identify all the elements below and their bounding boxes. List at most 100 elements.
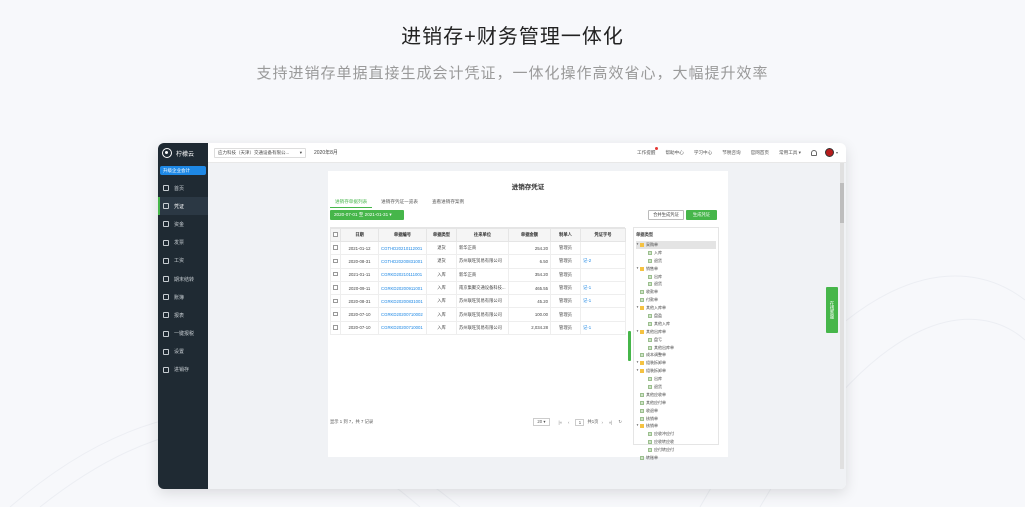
voucher-link[interactable]: 记-2 <box>580 254 626 269</box>
tree-node[interactable]: ▼ 组装拆卸单 <box>636 367 716 375</box>
tree-node[interactable]: 收款单 <box>636 288 716 296</box>
page-size-select[interactable]: 20 ▾ <box>533 418 550 426</box>
accounting-period[interactable]: 2020年8月 <box>314 149 338 156</box>
tree-node[interactable]: 出库 <box>636 375 716 383</box>
top-link-tax-advice[interactable]: 节税咨询 <box>722 150 740 156</box>
tree-node[interactable]: 其他应收单 <box>636 391 716 399</box>
tree-node[interactable]: 付款单 <box>636 296 716 304</box>
sidebar-item-2[interactable]: 资金 <box>158 215 208 233</box>
doc-number-link[interactable]: CGRKD20200710001 <box>378 320 427 336</box>
voucher-link[interactable]: 记-1 <box>580 280 626 296</box>
voucher-link[interactable] <box>580 267 626 282</box>
row-checkbox[interactable] <box>333 325 338 330</box>
row-checkbox[interactable] <box>333 245 338 250</box>
sidebar-item-7[interactable]: 报表 <box>158 306 208 324</box>
voucher-link[interactable] <box>580 240 626 256</box>
tree-node[interactable]: 盘盈 <box>636 312 716 320</box>
first-page-icon[interactable]: |« <box>559 420 563 425</box>
row-checkbox[interactable] <box>333 298 338 304</box>
row-checkbox-cell[interactable] <box>330 267 341 282</box>
tree-node[interactable]: 出库 <box>636 273 716 281</box>
bell-icon[interactable] <box>810 149 817 156</box>
table-row[interactable]: 2021-01-12 CGTHD20210112001 退货 新华正商 254.20 管理… <box>330 240 626 256</box>
tab-voucher-overview[interactable]: 进销存凭证一览表 <box>376 197 423 208</box>
tree-node[interactable]: 退货 <box>636 383 716 391</box>
last-page-icon[interactable]: »| <box>609 420 613 425</box>
avatar[interactable] <box>824 148 834 157</box>
sidebar-item-6[interactable]: 账簿 <box>158 288 208 306</box>
row-checkbox-cell[interactable] <box>330 280 341 296</box>
row-checkbox-cell[interactable] <box>330 307 341 322</box>
voucher-link[interactable]: 记-1 <box>580 294 626 309</box>
generate-voucher-button[interactable]: 生成凭证 <box>686 210 717 220</box>
tab-view-examples[interactable]: 查看进销存案例 <box>427 197 469 208</box>
prev-page-icon[interactable]: ‹ <box>568 420 569 425</box>
sidebar-item-10[interactable]: 进销存 <box>158 361 208 379</box>
tree-node[interactable]: 应收转应收 <box>636 438 716 446</box>
row-checkbox[interactable] <box>333 285 338 290</box>
doc-number-link[interactable]: CGTHD20200831001 <box>378 254 427 269</box>
upgrade-badge-button[interactable]: 升级企业会计 <box>160 166 206 175</box>
row-checkbox[interactable] <box>333 258 338 264</box>
doc-number-link[interactable]: CGRKD20200831001 <box>378 294 427 309</box>
tab-document-list[interactable]: 进销存单据列表 <box>330 197 373 208</box>
table-row[interactable]: 2020-09-11 CGRKD20200911001 入库 南京集聚交通设备科技..… <box>330 280 626 296</box>
tree-node[interactable]: 成本调整单 <box>636 351 716 359</box>
table-row[interactable]: 2021-01-11 CGRKD20210111001 入库 新华正商 354.20 管理… <box>330 267 626 282</box>
row-checkbox-cell[interactable] <box>330 320 341 336</box>
sidebar-item-5[interactable]: 期末结转 <box>158 270 208 288</box>
top-link-learning[interactable]: 学习中心 <box>694 150 712 156</box>
top-link-reminder[interactable]: 工作提醒 <box>637 146 659 156</box>
row-checkbox-cell[interactable] <box>330 294 341 309</box>
column-header[interactable] <box>330 228 341 242</box>
table-row[interactable]: 2020-07-10 CGRKD20200710002 入库 苏州联旺贸易有限公司 10… <box>330 307 626 322</box>
next-page-icon[interactable]: › <box>601 420 602 425</box>
app-logo[interactable]: 柠檬云 <box>158 143 208 163</box>
tree-node[interactable]: 其他入库 <box>636 320 716 328</box>
voucher-link[interactable]: 记-1 <box>580 320 626 336</box>
tree-node[interactable]: 应收冲应付 <box>636 430 716 438</box>
top-link-help[interactable]: 帮助中心 <box>665 150 683 156</box>
merge-generate-button[interactable]: 合并生成凭证 <box>648 210 684 220</box>
tree-node[interactable]: ▼ 核销单 <box>636 422 716 430</box>
tree-node[interactable]: ▼ 其他出库单 <box>636 328 716 336</box>
table-row[interactable]: 2020-08-31 CGTHD20200831001 退货 苏州联旺贸易有限公司 6.… <box>330 254 626 269</box>
tree-node[interactable]: ▼ 其他入库单 <box>636 304 716 312</box>
tree-node[interactable]: 其他出库单 <box>636 344 716 352</box>
row-checkbox[interactable] <box>333 271 338 277</box>
sidebar-item-0[interactable]: 首页 <box>158 179 208 197</box>
tree-node[interactable]: 转账单 <box>636 454 716 462</box>
sidebar-item-3[interactable]: 发票 <box>158 234 208 252</box>
tree-node[interactable]: 核销单 <box>636 415 716 423</box>
table-row[interactable]: 2020-08-31 CGRKD20200831001 入库 苏州联旺贸易有限公司 45… <box>330 294 626 309</box>
tree-node[interactable]: 收退单 <box>636 407 716 415</box>
tree-node[interactable]: 退货 <box>636 280 716 288</box>
doc-number-link[interactable]: CGRKD20200911001 <box>378 280 427 296</box>
sidebar-item-4[interactable]: 工资 <box>158 252 208 270</box>
sidebar-item-8[interactable]: 一键报税 <box>158 325 208 343</box>
tree-node[interactable]: 入库 <box>636 249 716 257</box>
tree-node[interactable]: ▼ 销售单 <box>636 265 716 273</box>
doc-number-link[interactable]: CGRKD20210111001 <box>378 267 427 282</box>
row-checkbox-cell[interactable] <box>330 240 341 256</box>
date-range-picker[interactable]: 2020-07-01 至 2021-01-31 ▾ <box>330 210 404 220</box>
refresh-icon[interactable]: ↻ <box>618 419 622 425</box>
tree-node[interactable]: 盘亏 <box>636 336 716 344</box>
page-scrollbar[interactable] <box>840 163 844 469</box>
select-all-checkbox[interactable] <box>333 232 338 237</box>
tree-node[interactable]: ▼ 采购单 <box>636 241 716 249</box>
chevron-down-icon[interactable]: ▾ <box>836 150 838 155</box>
tree-node[interactable]: ▼ 组装拆卸单 <box>636 359 716 367</box>
row-checkbox[interactable] <box>333 311 338 317</box>
scroll-thumb[interactable] <box>840 183 844 223</box>
row-checkbox-cell[interactable] <box>330 254 341 269</box>
table-row[interactable]: 2020-07-10 CGRKD20200710001 入库 苏州联旺贸易有限公司 2,… <box>330 320 626 336</box>
page-number-input[interactable]: 1 <box>575 418 585 426</box>
doc-number-link[interactable]: CGTHD20210112001 <box>378 240 427 256</box>
tree-node[interactable]: 退货 <box>636 257 716 265</box>
sidebar-item-9[interactable]: 设置 <box>158 343 208 361</box>
sidebar-item-1[interactable]: 凭证 <box>158 197 208 216</box>
voucher-link[interactable] <box>580 307 626 322</box>
top-link-homepage[interactable]: 官网首页 <box>751 150 769 156</box>
online-service-tab[interactable]: 在线客服 <box>826 287 838 333</box>
